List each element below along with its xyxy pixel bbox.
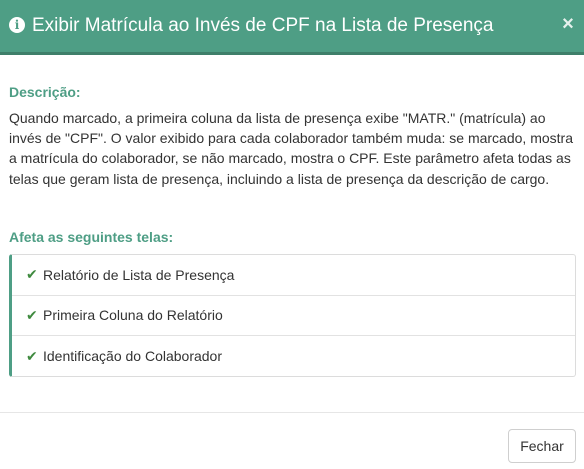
affected-screens-list: ✔ Relatório de Lista de Presença ✔ Prime…: [9, 254, 576, 377]
description-label: Descrição:: [9, 84, 81, 100]
list-item: ✔ Identificação do Colaborador: [12, 336, 575, 377]
close-button[interactable]: Fechar: [508, 429, 576, 463]
info-circle-icon: i: [9, 17, 25, 33]
check-icon: ✔: [26, 306, 38, 323]
close-icon[interactable]: ×: [558, 12, 578, 36]
list-item: ✔ Primeira Coluna do Relatório: [12, 296, 575, 336]
check-icon: ✔: [26, 347, 38, 364]
affected-screens-label: Afeta as seguintes telas:: [9, 229, 174, 245]
list-item-label: Primeira Coluna do Relatório: [43, 307, 223, 324]
list-item: ✔ Relatório de Lista de Presença: [12, 255, 575, 296]
modal-dialog: i Exibir Matrícula ao Invés de CPF na Li…: [0, 0, 584, 469]
list-item-label: Relatório de Lista de Presença: [43, 266, 235, 283]
check-icon: ✔: [26, 266, 38, 283]
description-text: Quando marcado, a primeira coluna da lis…: [9, 110, 573, 187]
modal-title: Exibir Matrícula ao Invés de CPF na List…: [32, 15, 494, 36]
footer-divider: [0, 412, 584, 413]
list-item-label: Identificação do Colaborador: [43, 348, 223, 365]
modal-header: i Exibir Matrícula ao Invés de CPF na Li…: [0, 0, 584, 55]
